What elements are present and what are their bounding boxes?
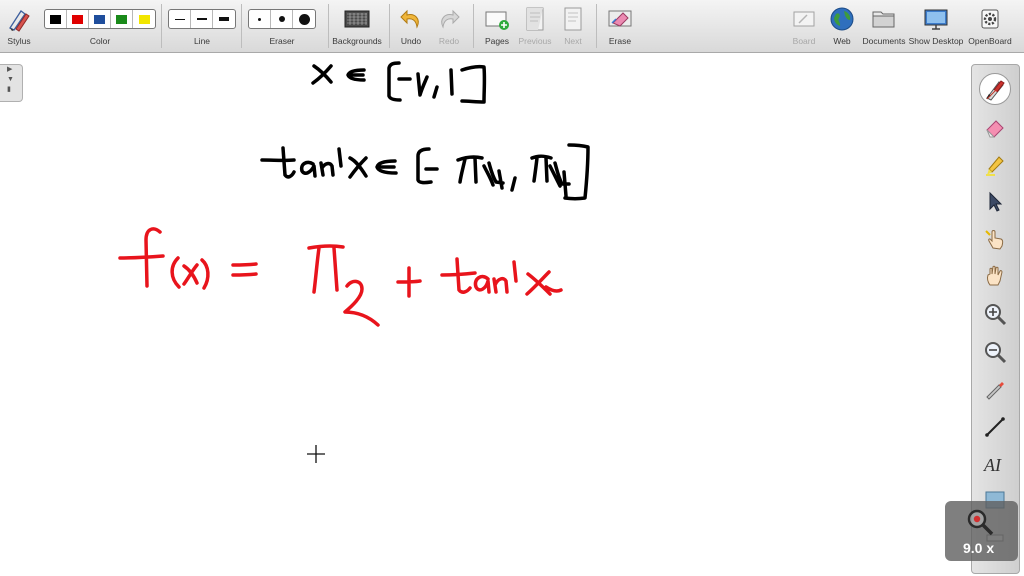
pan-hand-icon xyxy=(986,265,1003,286)
undo-icon xyxy=(400,9,419,29)
interact-hand-icon xyxy=(985,230,1004,250)
toolbar-divider xyxy=(596,4,597,48)
swatch-black xyxy=(50,14,61,24)
monitor-icon xyxy=(924,9,948,30)
zoom-indicator: 9.0 x xyxy=(945,501,1018,561)
eraser-width-picker: Eraser xyxy=(248,4,316,46)
laser-pointer-button[interactable] xyxy=(977,373,1013,405)
swatch-blue xyxy=(94,14,105,24)
handwriting-line-1 xyxy=(311,61,487,104)
handwriting-line-2 xyxy=(260,143,590,201)
toolbar-divider xyxy=(161,4,162,48)
line-tool-icon xyxy=(985,417,1005,437)
previous-page-button[interactable]: Previous xyxy=(518,4,552,46)
tool-sidebar: AI xyxy=(971,64,1020,574)
line-tool-button[interactable] xyxy=(977,411,1013,443)
erase-board-icon xyxy=(608,10,632,27)
next-page-button[interactable]: Next xyxy=(560,4,586,46)
line-thin xyxy=(174,18,185,20)
show-desktop-button[interactable]: Show Desktop xyxy=(909,4,963,46)
documents-button[interactable]: Documents xyxy=(863,4,906,46)
color-picker: Color xyxy=(44,4,156,46)
color-swatch-blue[interactable] xyxy=(89,10,111,28)
redo-icon xyxy=(441,9,460,29)
zoom-out-button[interactable] xyxy=(977,336,1013,368)
folder-icon xyxy=(872,11,895,28)
globe-icon xyxy=(830,7,854,31)
highlighter-icon xyxy=(986,156,1004,176)
eraser-size-large[interactable] xyxy=(293,10,315,28)
line-width-thick[interactable] xyxy=(213,10,235,28)
toolbar-divider xyxy=(389,4,390,48)
highlighter-tool-button[interactable] xyxy=(977,149,1013,181)
whiteboard-canvas[interactable] xyxy=(0,53,1024,576)
pan-tool-button[interactable] xyxy=(977,260,1013,292)
eraser-dot-medium xyxy=(278,16,285,22)
swatch-red xyxy=(72,14,83,24)
pages-button[interactable]: Pages xyxy=(481,4,513,46)
web-button[interactable]: Web xyxy=(828,4,856,46)
backgrounds-icon xyxy=(344,10,370,28)
pen-icon xyxy=(986,80,1005,101)
top-toolbar: Stylus Color Line Eraser Backgrounds Und… xyxy=(0,0,1024,53)
select-tool-button[interactable] xyxy=(977,186,1013,218)
text-tool-button[interactable]: AI xyxy=(977,448,1013,480)
color-swatch-red[interactable] xyxy=(67,10,89,28)
swatch-green xyxy=(116,14,127,24)
board-button[interactable]: Board xyxy=(790,4,818,46)
swatch-yellow xyxy=(138,14,150,24)
zoom-in-icon xyxy=(985,304,1007,326)
zoom-out-icon xyxy=(985,342,1007,364)
next-page-icon xyxy=(564,7,582,31)
toolbar-divider xyxy=(473,4,474,48)
backgrounds-button[interactable]: Backgrounds xyxy=(332,4,382,46)
add-page-icon xyxy=(485,11,509,30)
line-width-picker: Line xyxy=(168,4,236,46)
zoom-in-button[interactable] xyxy=(977,298,1013,330)
eraser-size-small[interactable] xyxy=(249,10,271,28)
color-swatch-black[interactable] xyxy=(45,10,67,28)
stylus-icon xyxy=(9,10,30,32)
select-pointer-icon xyxy=(989,191,1003,212)
redo-button[interactable]: Redo xyxy=(434,4,464,46)
line-width-medium[interactable] xyxy=(191,10,213,28)
line-medium xyxy=(196,18,207,20)
line-width-thin[interactable] xyxy=(169,10,191,28)
pen-tool-button[interactable] xyxy=(979,73,1011,105)
zoom-level-text: 9.0 x xyxy=(963,540,995,556)
svg-text:AI: AI xyxy=(983,455,1002,475)
eraser-icon xyxy=(986,120,1004,138)
handwriting-line-3 xyxy=(118,227,563,327)
eraser-dot-small xyxy=(258,17,261,21)
gear-icon xyxy=(981,9,999,29)
undo-button[interactable]: Undo xyxy=(396,4,426,46)
previous-page-icon xyxy=(526,7,544,31)
board-icon xyxy=(793,11,815,27)
stylus-button[interactable]: Stylus xyxy=(4,4,34,46)
magnifier-icon xyxy=(967,509,994,536)
eraser-size-medium[interactable] xyxy=(271,10,293,28)
eraser-tool-button[interactable] xyxy=(977,111,1013,143)
toolbar-divider xyxy=(241,4,242,48)
eraser-dot-large xyxy=(298,13,310,25)
erase-board-button[interactable]: Erase xyxy=(605,4,635,46)
text-tool-icon: AI xyxy=(983,455,1002,475)
openboard-menu-button[interactable]: OpenBoard xyxy=(968,4,1012,46)
color-swatch-yellow[interactable] xyxy=(133,10,155,28)
interact-tool-button[interactable] xyxy=(977,223,1013,255)
laser-pointer-icon xyxy=(986,382,1004,400)
color-swatch-green[interactable] xyxy=(111,10,133,28)
toolbar-divider xyxy=(328,4,329,48)
crosshair-cursor-icon xyxy=(307,445,325,463)
line-thick xyxy=(219,17,229,21)
